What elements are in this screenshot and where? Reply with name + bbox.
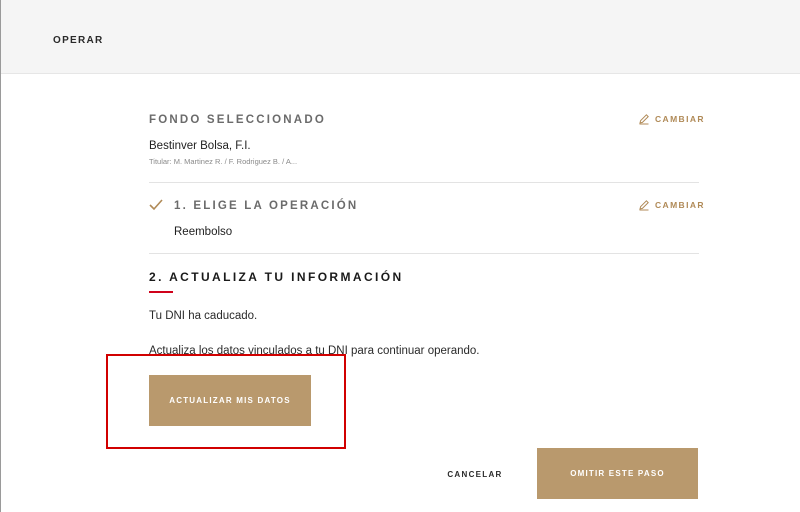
window-edge	[0, 0, 1, 512]
skip-step-button[interactable]: OMITIR ESTE PASO	[537, 448, 698, 499]
pencil-icon	[639, 200, 649, 211]
top-bar: OPERAR	[1, 0, 800, 74]
page-title: OPERAR	[53, 35, 104, 46]
pencil-icon	[639, 114, 649, 125]
operation-value: Reembolso	[174, 226, 233, 238]
selected-fund-label: FONDO SELECCIONADO	[149, 114, 326, 126]
change-operation-label: CAMBIAR	[655, 200, 705, 210]
divider	[149, 182, 699, 183]
step2-title: 2. ACTUALIZA TU INFORMACIÓN	[149, 270, 404, 284]
update-data-button[interactable]: ACTUALIZAR MIS DATOS	[149, 375, 311, 426]
dni-expired-message: Tu DNI ha caducado.	[149, 310, 258, 322]
step2-underline	[149, 291, 173, 293]
change-operation-link[interactable]: CAMBIAR	[638, 199, 705, 211]
step1-label: 1. ELIGE LA OPERACIÓN	[174, 200, 359, 212]
divider	[149, 253, 699, 254]
change-fund-link[interactable]: CAMBIAR	[638, 113, 705, 125]
fund-holders: Titular: M. Martinez R. / F. Rodriguez B…	[149, 157, 298, 166]
update-instructions: Actualiza los datos vinculados a tu DNI …	[149, 345, 480, 357]
fund-name: Bestinver Bolsa, F.I.	[149, 140, 251, 152]
change-fund-label: CAMBIAR	[655, 114, 705, 124]
cancel-button[interactable]: CANCELAR	[438, 462, 512, 486]
checkmark-icon	[149, 199, 163, 211]
